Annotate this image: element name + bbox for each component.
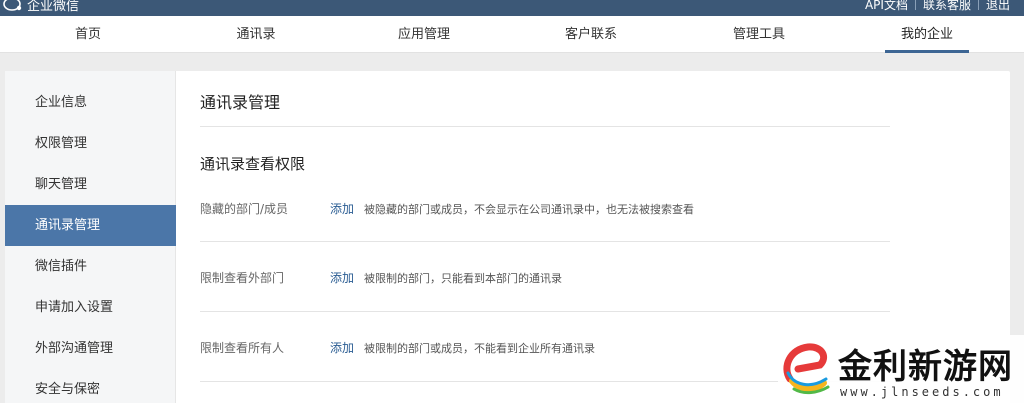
add-restrict-all-link[interactable]: 添加 (330, 339, 354, 356)
row-desc-hidden-members: 被隐藏的部门或成员，不会显示在公司通讯录中，也无法被搜索查看 (364, 203, 694, 216)
watermark: 金利新游网 www.jlnseeds.com (778, 335, 1024, 403)
sidebar-item-external-communication[interactable]: 外部沟通管理 (5, 328, 176, 369)
sidebar-item-chat-management[interactable]: 聊天管理 (5, 164, 176, 205)
top-links: API文档 联系客服 退出 (865, 0, 1010, 14)
row-label-restrict-external: 限制查看外部门 (200, 271, 285, 285)
watermark-logo-icon (783, 343, 830, 395)
sidebar-item-join-settings[interactable]: 申请加入设置 (5, 287, 176, 328)
wecom-logo-icon (3, 0, 22, 11)
divider (200, 311, 890, 312)
contact-support-link[interactable]: 联系客服 (923, 0, 971, 13)
nav-contacts[interactable]: 通讯录 (214, 16, 298, 53)
logout-link[interactable]: 退出 (986, 0, 1010, 13)
nav-app-management[interactable]: 应用管理 (382, 16, 466, 53)
link-divider (977, 0, 979, 10)
nav-home[interactable]: 首页 (46, 16, 130, 53)
divider (200, 126, 890, 127)
watermark-title: 金利新游网 (838, 347, 1013, 387)
api-docs-link[interactable]: API文档 (865, 0, 908, 13)
section-title: 通讯录查看权限 (200, 155, 306, 173)
nav-my-enterprise[interactable]: 我的企业 (885, 16, 969, 53)
sidebar-item-contacts-management[interactable]: 通讯录管理 (5, 205, 176, 246)
nav-management-tools[interactable]: 管理工具 (717, 16, 801, 53)
sidebar-item-permissions[interactable]: 权限管理 (5, 123, 176, 164)
sidebar-item-enterprise-info[interactable]: 企业信息 (5, 82, 176, 123)
sidebar-item-security[interactable]: 安全与保密 (5, 369, 176, 403)
sidebar-item-wechat-plugin[interactable]: 微信插件 (5, 246, 176, 287)
brand-name: 企业微信 (27, 0, 80, 14)
page-title: 通讯录管理 (200, 93, 281, 112)
row-desc-restrict-external: 被限制的部门，只能看到本部门的通讯录 (364, 272, 562, 285)
nav-customer-contact[interactable]: 客户联系 (549, 16, 633, 53)
top-bar: 企业微信 API文档 联系客服 退出 (0, 0, 1024, 16)
main-nav: 首页 通讯录 应用管理 客户联系 管理工具 我的企业 (0, 16, 1024, 53)
row-label-restrict-all: 限制查看所有人 (200, 341, 285, 355)
row-desc-restrict-all: 被限制的部门或成员，不能看到企业所有通讯录 (364, 342, 595, 355)
link-divider (914, 0, 916, 10)
divider (200, 241, 890, 242)
watermark-url: www.jlnseeds.com (840, 385, 1004, 399)
add-restrict-external-link[interactable]: 添加 (330, 269, 354, 286)
row-label-hidden-members: 隐藏的部门/成员 (200, 202, 289, 216)
add-hidden-members-link[interactable]: 添加 (330, 200, 354, 217)
sidebar: 企业信息 权限管理 聊天管理 通讯录管理 微信插件 申请加入设置 外部沟通管理 … (5, 71, 176, 403)
brand[interactable]: 企业微信 (2, 0, 79, 14)
